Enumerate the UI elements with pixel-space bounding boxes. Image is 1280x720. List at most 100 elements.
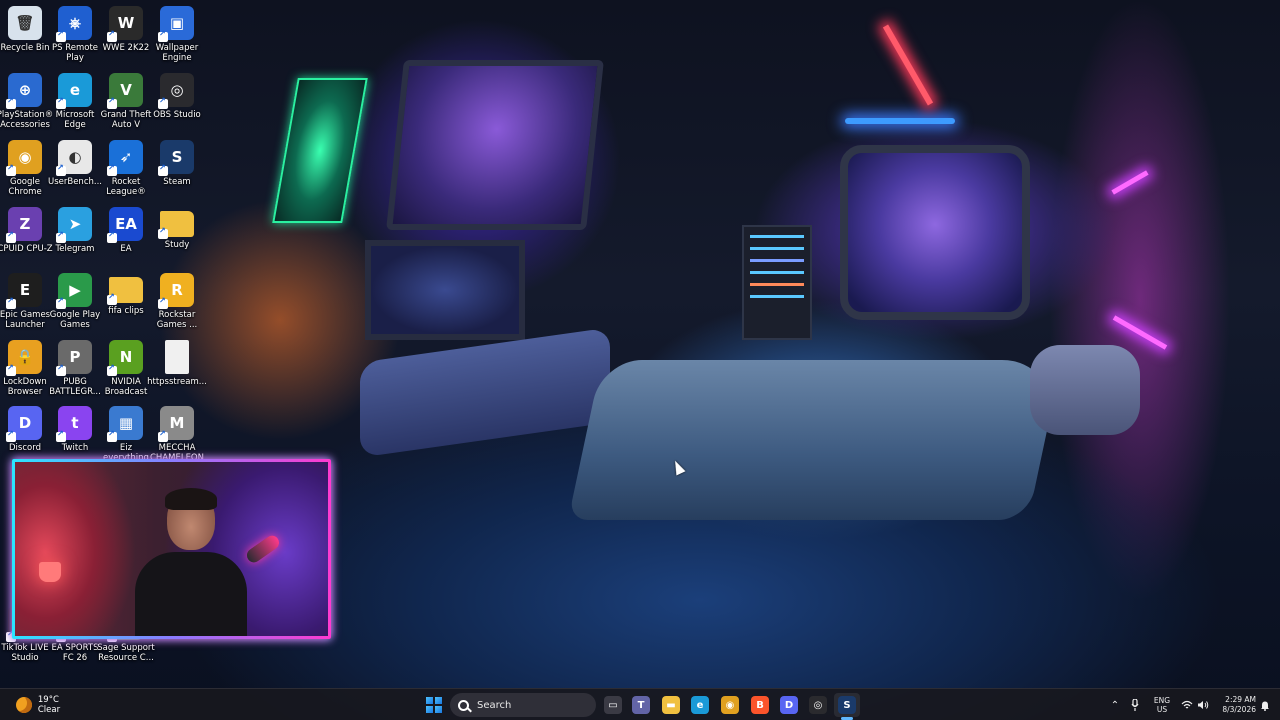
epic-games-icon: E xyxy=(6,273,42,309)
shortcut-arrow-icon xyxy=(6,429,16,442)
shortcut-arrow-icon xyxy=(6,230,16,243)
tray-overflow-chevron-up-icon[interactable]: ⌃ xyxy=(1108,693,1122,717)
teams-icon: T xyxy=(632,696,650,714)
shortcut-arrow-icon xyxy=(158,163,168,176)
webcam-overlay xyxy=(12,459,331,639)
mouse-cursor-icon xyxy=(670,458,686,476)
shortcut-arrow-icon xyxy=(56,29,66,42)
taskbar-app-brave[interactable]: B xyxy=(747,693,773,717)
webcam-person-hair xyxy=(165,488,217,510)
volume-icon[interactable] xyxy=(1196,693,1210,717)
desktop-icon-steam[interactable]: SSteam xyxy=(147,140,207,187)
desktop-icon-study[interactable]: Study xyxy=(147,207,207,250)
wallpaper-control-panel xyxy=(742,225,812,340)
microphone-icon[interactable] xyxy=(1128,693,1142,717)
wallpaper-porthole-right xyxy=(840,145,1030,320)
windows-logo-icon xyxy=(426,697,442,713)
shortcut-arrow-icon xyxy=(107,292,117,305)
ea-icon: EA xyxy=(107,207,143,243)
wifi-icon[interactable] xyxy=(1180,693,1194,717)
recycle-bin-icon: 🗑 xyxy=(8,6,42,40)
telegram-icon: ➤ xyxy=(56,207,92,243)
taskbar-app-obs[interactable]: ◎ xyxy=(805,693,831,717)
shortcut-arrow-icon xyxy=(107,96,117,109)
weather-temp: 19°C xyxy=(37,695,59,705)
shortcut-arrow-icon xyxy=(158,29,168,42)
shortcut-arrow-icon xyxy=(107,230,117,243)
language-indicator[interactable]: ENG US xyxy=(1150,693,1174,717)
weather-widget[interactable]: 19°C Clear xyxy=(8,693,68,717)
weather-condition: Clear xyxy=(37,705,61,715)
desktop-icon-label: Steam xyxy=(163,177,191,187)
desktop-icon-label: httpsstream... xyxy=(147,377,207,387)
playstation-icon: ⊕ xyxy=(6,73,42,109)
desktop-icon-wallpaper-engine[interactable]: ▣Wallpaper Engine xyxy=(147,6,207,63)
gta-icon: V xyxy=(107,73,143,109)
shortcut-arrow-icon xyxy=(107,29,117,42)
wwe-icon: W xyxy=(107,6,143,42)
shortcut-arrow-icon xyxy=(56,163,66,176)
shortcut-arrow-icon xyxy=(56,96,66,109)
wallpaper-pillow xyxy=(1030,345,1140,435)
desktop-icon-rockstar-games[interactable]: RRockstar Games ... xyxy=(147,273,207,330)
file-icon xyxy=(165,340,189,374)
webcam-lamp xyxy=(39,562,61,582)
wallpaper-neon-light-pink xyxy=(1112,315,1168,350)
wallpaper-neon-light-pink-upper xyxy=(1111,170,1149,195)
wallpaper-bed xyxy=(567,360,1063,520)
taskbar-app-edge[interactable]: e xyxy=(687,693,713,717)
shortcut-arrow-icon xyxy=(158,226,168,239)
taskbar-app-task-view[interactable]: ▭ xyxy=(600,693,626,717)
notification-bell-icon[interactable] xyxy=(1258,693,1272,717)
start-button[interactable] xyxy=(424,693,444,717)
steam-icon: S xyxy=(158,140,194,176)
taskbar-app-teams[interactable]: T xyxy=(628,693,654,717)
shortcut-arrow-icon xyxy=(6,363,16,376)
wallpaper-window-left xyxy=(386,60,604,230)
wallpaper-neon-light-red xyxy=(882,24,934,106)
nvidia-icon: N xyxy=(107,340,143,376)
search-icon xyxy=(458,699,469,711)
image-icon: ▦ xyxy=(107,406,143,442)
taskbar-app-file-explorer[interactable]: ▬ xyxy=(658,693,684,717)
shortcut-arrow-icon xyxy=(6,296,16,309)
shortcut-arrow-icon xyxy=(56,363,66,376)
taskbar-app-steam[interactable]: S xyxy=(834,693,860,720)
region-code: US xyxy=(1156,705,1168,714)
taskbar-app-discord[interactable]: D xyxy=(776,693,802,717)
clock-date: 8/3/2026 xyxy=(1222,705,1256,714)
wallpaper-engine-icon: ▣ xyxy=(158,6,194,42)
system-clock[interactable]: 2:29 AM 8/3/2026 xyxy=(1218,693,1256,717)
shortcut-arrow-icon xyxy=(158,296,168,309)
rockstar-icon: R xyxy=(158,273,194,309)
task-view-icon: ▭ xyxy=(604,696,622,714)
shortcut-arrow-icon xyxy=(56,296,66,309)
edge-icon: e xyxy=(691,696,709,714)
meccha-icon: M xyxy=(158,406,194,442)
ps-remote-play-icon: ⎈ xyxy=(56,6,92,42)
wallpaper-neon-light-blue xyxy=(845,118,955,124)
folder-icon xyxy=(107,277,143,305)
rocket-league-icon: ➶ xyxy=(107,140,143,176)
discord-icon: D xyxy=(780,696,798,714)
folder-icon: ▬ xyxy=(662,696,680,714)
folder-icon xyxy=(158,211,194,239)
search-label: Search xyxy=(477,699,512,711)
taskbar-search-box[interactable]: Search xyxy=(450,693,596,717)
shortcut-arrow-icon xyxy=(56,429,66,442)
lockdown-browser-icon: 🔒 xyxy=(6,340,42,376)
google-play-games-icon: ▶ xyxy=(56,273,92,309)
desktop-icon-label: OBS Studio xyxy=(153,110,201,120)
desktop-icon-label: Sage Support Resource C... xyxy=(97,643,155,663)
desktop-icon-https-stream[interactable]: httpsstream... xyxy=(147,340,207,387)
desktop-icon-obs-studio[interactable]: ◎OBS Studio xyxy=(147,73,207,120)
language-code: ENG xyxy=(1153,696,1171,705)
shortcut-arrow-icon xyxy=(158,96,168,109)
shortcut-arrow-icon xyxy=(107,363,117,376)
wallpaper-window-lower-left xyxy=(365,240,525,340)
chrome-icon: ◉ xyxy=(721,696,739,714)
shortcut-arrow-icon xyxy=(6,163,16,176)
taskbar-app-chrome[interactable]: ◉ xyxy=(717,693,743,717)
desktop-icon-meccha-chameleon[interactable]: MMECCHA CHAMELEON xyxy=(147,406,207,463)
wallpaper-sofa xyxy=(360,327,610,458)
